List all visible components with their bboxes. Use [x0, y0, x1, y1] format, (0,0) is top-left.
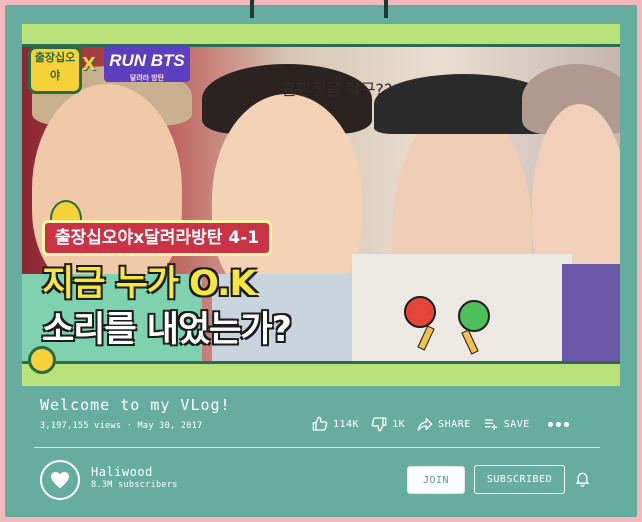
- red-paddle-icon: [404, 296, 436, 328]
- share-icon: [417, 418, 433, 431]
- video-meta: 3,197,155 views · May 30, 2017: [40, 421, 203, 431]
- thumbnail-caption: 훈민정음 탁구??: [282, 80, 393, 99]
- coin-icon: [28, 346, 56, 374]
- thumbnail-handle: [250, 0, 388, 18]
- person-body: [562, 264, 620, 364]
- like-button[interactable]: 114K: [312, 416, 359, 432]
- channel-avatar[interactable]: [40, 460, 80, 500]
- collab-x-mark: X: [82, 54, 96, 75]
- more-dot: [547, 421, 553, 427]
- episode-label: 출장십오야x달려라방탄 4-1: [42, 220, 272, 256]
- thumbnail-frame-top: [22, 24, 620, 47]
- runbts-logo-subtitle: 달려라 방탄: [129, 75, 165, 82]
- save-label: SAVE: [503, 418, 530, 430]
- thumbnail-frame-bottom: [22, 361, 620, 386]
- thumbs-up-icon: [312, 416, 328, 431]
- like-count: 114K: [333, 418, 360, 430]
- thumbnail-title-line1: 지금 누가 O.K: [42, 264, 257, 304]
- share-label: SHARE: [438, 418, 471, 430]
- join-button[interactable]: JOIN: [407, 466, 465, 494]
- subscriber-count: 8.3M subscribers: [91, 480, 178, 490]
- save-playlist-icon: [484, 419, 497, 430]
- show-logo-badge: 출장십오야: [28, 46, 82, 94]
- runbts-logo-text: RUN BTS: [109, 51, 185, 70]
- bell-svg: [576, 472, 589, 487]
- subscribed-button[interactable]: SUBSCRIBED: [474, 465, 565, 494]
- person-1: [32, 84, 182, 294]
- video-actions: 114K 1K SHARE SAVE: [312, 416, 569, 432]
- more-dot: [555, 421, 561, 427]
- video-title: Welcome to my VLog!: [40, 396, 231, 414]
- thumbnail-title-line2: 소리를 내었는가?: [42, 310, 292, 350]
- dislike-button[interactable]: 1K: [371, 416, 405, 432]
- channel-name[interactable]: Haliwood: [91, 465, 153, 479]
- heart-icon: [51, 471, 69, 489]
- more-dot: [563, 421, 569, 427]
- divider: [34, 447, 600, 448]
- share-button[interactable]: SHARE: [417, 416, 471, 432]
- runbts-logo: RUN BTS 달려라 방탄: [104, 46, 190, 82]
- green-paddle-icon: [458, 300, 490, 332]
- bell-icon[interactable]: [574, 470, 591, 492]
- more-icon[interactable]: [547, 421, 569, 427]
- thumbs-down-icon: [371, 417, 387, 432]
- video-thumbnail[interactable]: 출장십오야 X RUN BTS 달려라 방탄 훈민정음 탁구?? 출장십오야x달…: [22, 24, 620, 386]
- save-button[interactable]: SAVE: [483, 416, 530, 432]
- dislike-count: 1K: [392, 418, 406, 430]
